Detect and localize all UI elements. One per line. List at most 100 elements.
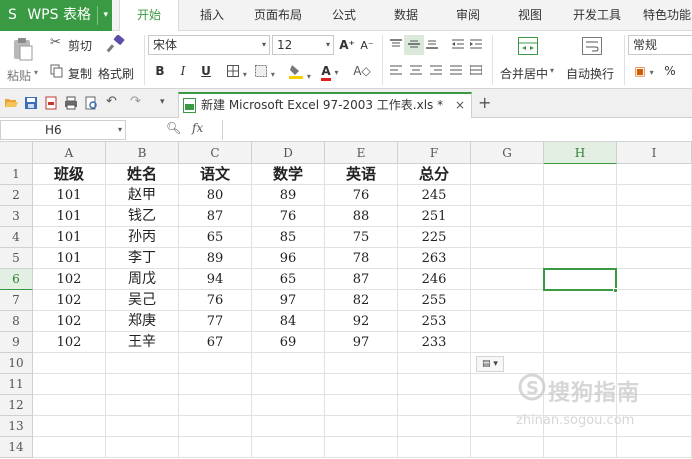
row-header-6[interactable]: 6 (0, 269, 33, 290)
cell-g5[interactable] (471, 248, 544, 269)
cell-i5[interactable] (617, 248, 692, 269)
cell-d12[interactable] (252, 395, 325, 416)
decrease-indent-button[interactable] (448, 35, 468, 55)
cell-b4[interactable]: 孙丙 (106, 227, 179, 248)
column-header-a[interactable]: A (33, 142, 106, 164)
tab-special-features[interactable]: 特色功能 (636, 0, 692, 31)
cell-c10[interactable] (179, 353, 252, 374)
column-header-i[interactable]: I (617, 142, 692, 164)
cell-a3[interactable]: 101 (33, 206, 106, 227)
row-header-8[interactable]: 8 (0, 311, 33, 332)
tab-insert[interactable]: 插入 (190, 0, 234, 31)
cell-i2[interactable] (617, 185, 692, 206)
document-tab[interactable]: 新建 Microsoft Excel 97-2003 工作表.xls * × (178, 92, 472, 118)
cell-f14[interactable] (398, 437, 471, 458)
paste-button[interactable]: 粘贴 ▾ (4, 35, 42, 85)
number-format-select[interactable]: 常规 (628, 35, 692, 55)
cell-h14[interactable] (544, 437, 617, 458)
underline-button[interactable]: U (196, 61, 216, 81)
cell-c8[interactable]: 77 (179, 311, 252, 332)
cell-f11[interactable] (398, 374, 471, 395)
cell-c9[interactable]: 67 (179, 332, 252, 353)
formula-input[interactable] (222, 120, 692, 140)
cell-f1[interactable]: 总分 (398, 164, 471, 185)
align-center-button[interactable] (406, 61, 426, 81)
cell-d3[interactable]: 76 (252, 206, 325, 227)
cell-c14[interactable] (179, 437, 252, 458)
tab-review[interactable]: 审阅 (446, 0, 490, 31)
cell-i6[interactable] (617, 269, 692, 290)
column-header-g[interactable]: G (471, 142, 544, 164)
cell-i8[interactable] (617, 311, 692, 332)
cell-d4[interactable]: 85 (252, 227, 325, 248)
shrink-font-button[interactable]: A⁻ (357, 35, 377, 55)
cell-f8[interactable]: 253 (398, 311, 471, 332)
cell-a6[interactable]: 102 (33, 269, 106, 290)
cell-e9[interactable]: 97 (325, 332, 398, 353)
cell-e4[interactable]: 75 (325, 227, 398, 248)
cell-e12[interactable] (325, 395, 398, 416)
distributed-button[interactable] (466, 61, 486, 81)
align-top-button[interactable] (386, 35, 406, 55)
cell-d7[interactable]: 97 (252, 290, 325, 311)
cell-f6[interactable]: 246 (398, 269, 471, 290)
cut-button[interactable]: ✂ 剪切 (48, 35, 98, 55)
tab-developer[interactable]: 开发工具 (566, 0, 628, 31)
export-pdf-icon[interactable] (44, 96, 58, 110)
row-header-12[interactable]: 12 (0, 395, 33, 416)
customize-quick-access-icon[interactable]: ▾ (160, 97, 165, 107)
cell-i10[interactable] (617, 353, 692, 374)
cell-f12[interactable] (398, 395, 471, 416)
cell-g1[interactable] (471, 164, 544, 185)
cell-c5[interactable]: 89 (179, 248, 252, 269)
row-header-7[interactable]: 7 (0, 290, 33, 311)
column-header-b[interactable]: B (106, 142, 179, 164)
cell-b5[interactable]: 李丁 (106, 248, 179, 269)
cell-g9[interactable] (471, 332, 544, 353)
cell-g7[interactable] (471, 290, 544, 311)
cell-f2[interactable]: 245 (398, 185, 471, 206)
cell-h6[interactable] (544, 269, 617, 290)
zoom-icon[interactable]: 🔍︎ (166, 121, 181, 135)
row-header-5[interactable]: 5 (0, 248, 33, 269)
cell-e8[interactable]: 92 (325, 311, 398, 332)
cell-e3[interactable]: 88 (325, 206, 398, 227)
cell-b12[interactable] (106, 395, 179, 416)
redo-icon[interactable]: ↷ (130, 94, 141, 109)
cell-c7[interactable]: 76 (179, 290, 252, 311)
fill-handle[interactable] (613, 288, 618, 293)
cell-h7[interactable] (544, 290, 617, 311)
cell-e10[interactable] (325, 353, 398, 374)
cell-d13[interactable] (252, 416, 325, 437)
cell-c4[interactable]: 65 (179, 227, 252, 248)
cell-h1[interactable] (544, 164, 617, 185)
save-icon[interactable] (24, 96, 38, 110)
cell-b11[interactable] (106, 374, 179, 395)
print-icon[interactable] (64, 96, 78, 110)
cell-f7[interactable]: 255 (398, 290, 471, 311)
currency-button[interactable]: ▣ ▾ (630, 61, 658, 81)
font-name-select[interactable]: 宋体 ▾ (148, 35, 270, 55)
undo-icon[interactable]: ↶ (106, 94, 117, 109)
row-header-13[interactable]: 13 (0, 416, 33, 437)
close-icon[interactable]: × (455, 94, 465, 116)
cell-i4[interactable] (617, 227, 692, 248)
row-header-11[interactable]: 11 (0, 374, 33, 395)
row-header-14[interactable]: 14 (0, 437, 33, 458)
cell-b6[interactable]: 周戊 (106, 269, 179, 290)
cell-b9[interactable]: 王辛 (106, 332, 179, 353)
cell-d6[interactable]: 65 (252, 269, 325, 290)
percent-button[interactable]: % (660, 61, 680, 81)
cell-e14[interactable] (325, 437, 398, 458)
cell-b2[interactable]: 赵甲 (106, 185, 179, 206)
cell-c13[interactable] (179, 416, 252, 437)
italic-button[interactable]: I (173, 61, 193, 81)
cell-b8[interactable]: 郑庚 (106, 311, 179, 332)
cell-c2[interactable]: 80 (179, 185, 252, 206)
cell-b10[interactable] (106, 353, 179, 374)
cell-g8[interactable] (471, 311, 544, 332)
column-header-c[interactable]: C (179, 142, 252, 164)
column-header-d[interactable]: D (252, 142, 325, 164)
tab-data[interactable]: 数据 (384, 0, 428, 31)
cell-b7[interactable]: 吴己 (106, 290, 179, 311)
